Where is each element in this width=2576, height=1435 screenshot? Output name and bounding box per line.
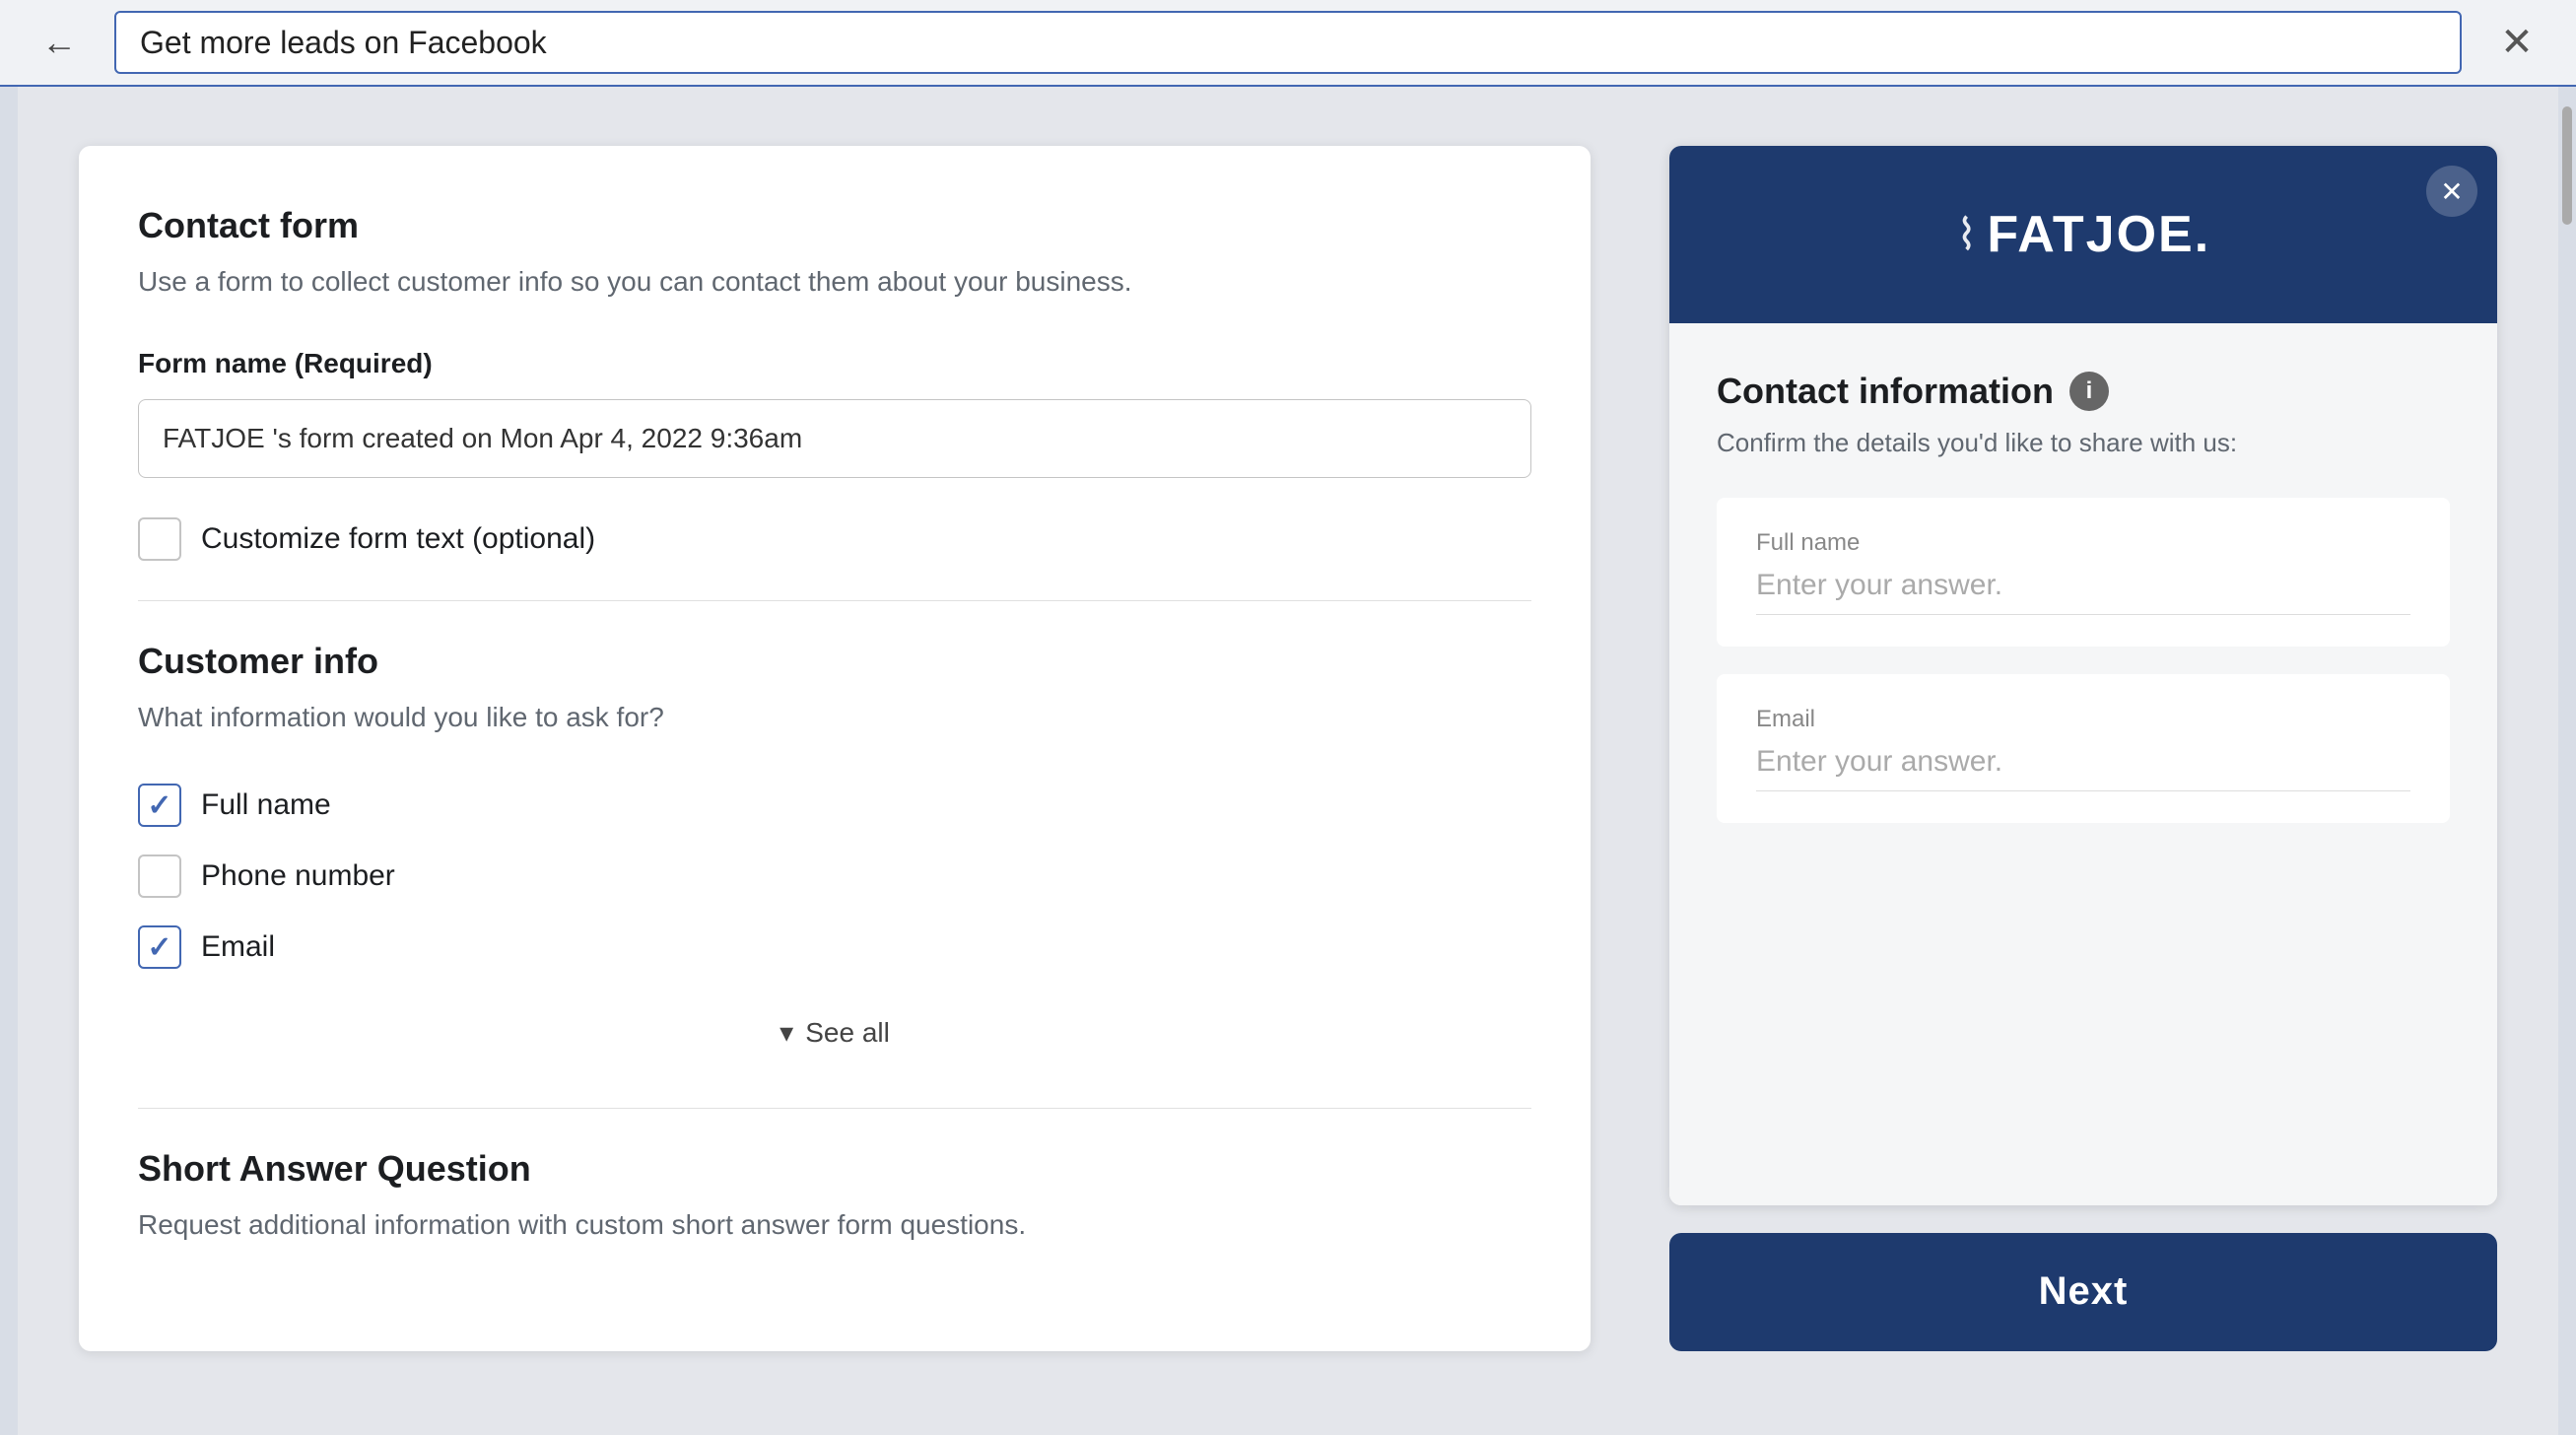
customer-info-title: Customer info — [138, 641, 1531, 682]
fullname-field-label: Full name — [1756, 529, 2410, 557]
email-field-label: Email — [1756, 706, 2410, 733]
phone-checkbox[interactable] — [138, 854, 181, 898]
customize-form-checkbox[interactable] — [138, 517, 181, 561]
see-all-button[interactable]: ▾ See all — [138, 996, 1531, 1068]
top-bar: ← ✕ — [0, 0, 2576, 87]
see-all-label: See all — [805, 1017, 890, 1049]
preview-body: Contact information i Confirm the detail… — [1669, 323, 2497, 1205]
address-bar[interactable] — [114, 11, 2462, 74]
phone-checkbox-row[interactable]: Phone number — [138, 854, 1531, 898]
contact-info-description: Confirm the details you'd like to share … — [1717, 428, 2450, 458]
brand-logo: ⌇ FATJOE. — [1956, 205, 2210, 264]
divider-2 — [138, 1108, 1531, 1109]
main-content: Contact form Use a form to collect custo… — [0, 87, 2576, 1410]
fullname-field-input[interactable]: Enter your answer. — [1756, 569, 2410, 615]
contact-form-title: Contact form — [138, 205, 1531, 246]
next-button[interactable]: Next — [1669, 1233, 2497, 1351]
preview-header: ⌇ FATJOE. ✕ — [1669, 146, 2497, 323]
contact-form-description: Use a form to collect customer info so y… — [138, 262, 1531, 301]
email-field-input[interactable]: Enter your answer. — [1756, 745, 2410, 791]
contact-form-section: Contact form Use a form to collect custo… — [138, 205, 1531, 561]
info-icon: i — [2069, 372, 2109, 411]
scrollbar-track[interactable] — [2558, 87, 2576, 1435]
form-name-label: Form name (Required) — [138, 348, 1531, 379]
left-sidebar-strip — [0, 87, 18, 1435]
logo-icon: ⌇ — [1956, 210, 1979, 260]
customer-info-description: What information would you like to ask f… — [138, 698, 1531, 736]
short-answer-section: Short Answer Question Request additional… — [138, 1148, 1531, 1244]
fullname-label: Full name — [201, 788, 331, 822]
email-checkbox-row[interactable]: Email — [138, 925, 1531, 969]
short-answer-description: Request additional information with cust… — [138, 1205, 1531, 1244]
scrollbar-thumb[interactable] — [2562, 106, 2572, 225]
email-field-section: Email Enter your answer. — [1717, 674, 2450, 823]
contact-info-title: Contact information — [1717, 371, 2054, 412]
preview-card: ⌇ FATJOE. ✕ Contact information i Confir… — [1669, 146, 2497, 1205]
email-checkbox[interactable] — [138, 925, 181, 969]
customize-form-label: Customize form text (optional) — [201, 522, 595, 556]
fullname-field-section: Full name Enter your answer. — [1717, 498, 2450, 647]
phone-label: Phone number — [201, 859, 395, 893]
customize-form-row[interactable]: Customize form text (optional) — [138, 517, 1531, 561]
left-panel: Contact form Use a form to collect custo… — [79, 146, 1591, 1351]
logo-text: FATJOE. — [1987, 205, 2210, 264]
divider-1 — [138, 600, 1531, 601]
fullname-checkbox-row[interactable]: Full name — [138, 784, 1531, 827]
customer-info-section: Customer info What information would you… — [138, 641, 1531, 1068]
form-name-input[interactable] — [138, 399, 1531, 478]
right-panel: ⌇ FATJOE. ✕ Contact information i Confir… — [1669, 146, 2497, 1351]
back-button[interactable]: ← — [28, 11, 91, 74]
email-label: Email — [201, 930, 275, 964]
close-dialog-button[interactable]: ✕ — [2485, 11, 2548, 74]
chevron-down-icon: ▾ — [780, 1016, 793, 1049]
contact-info-header: Contact information i — [1717, 371, 2450, 412]
preview-close-button[interactable]: ✕ — [2426, 166, 2477, 217]
short-answer-title: Short Answer Question — [138, 1148, 1531, 1190]
fullname-checkbox[interactable] — [138, 784, 181, 827]
